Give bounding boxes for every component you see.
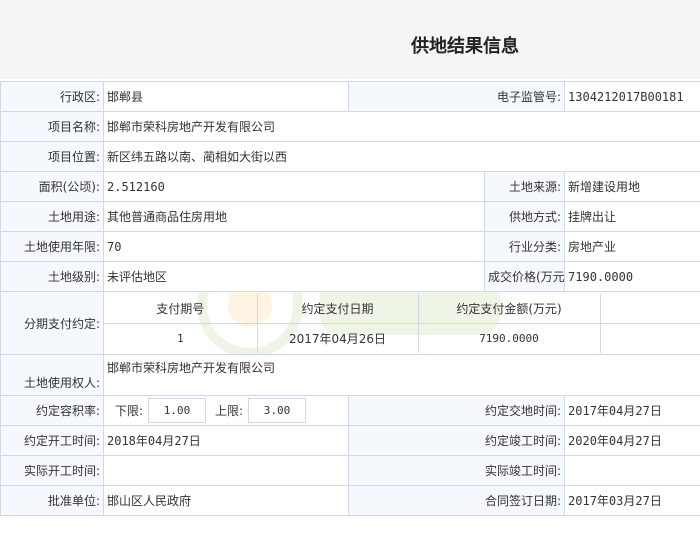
installment-period: 1 xyxy=(104,322,258,353)
table-row: 分期支付约定: 支付期号 约定支付日期 约定支付金额(万元) 1 2017年04… xyxy=(0,291,700,355)
table-row: 项目名称: 邯郸市荣科房地产开发有限公司 xyxy=(0,111,700,142)
area-label: 面积(公顷): xyxy=(0,171,104,202)
far-upper-value: 3.00 xyxy=(248,398,306,423)
table-row: 约定容积率: 下限: 1.00 上限: 3.00 约定交地时间: 2017年04… xyxy=(0,395,700,426)
installment-header: 约定支付日期 xyxy=(256,293,419,324)
land-source-label: 土地来源: xyxy=(483,171,566,202)
table-row: 实际开工时间: 实际竣工时间: xyxy=(0,455,700,486)
page-title: 供地结果信息 xyxy=(411,36,519,57)
title-bar: 供地结果信息 xyxy=(0,0,700,79)
supply-result-table: 行政区: 邯郸县 电子监管号: 1304212017B00181 项目名称: 邯… xyxy=(0,81,700,516)
table-row: 土地用途: 其他普通商品住房用地 供地方式: 挂牌出让 xyxy=(0,201,700,232)
actual-finish-value xyxy=(564,455,700,486)
approval-label: 批准单位: xyxy=(0,485,104,516)
installment-table: 支付期号 约定支付日期 约定支付金额(万元) 1 2017年04月26日 719… xyxy=(104,293,700,353)
industry-value: 房地产业 xyxy=(564,231,700,262)
land-source-value: 新增建设用地 xyxy=(564,171,700,202)
project-name-label: 项目名称: xyxy=(0,111,104,142)
land-grade-label: 土地级别: xyxy=(0,261,104,292)
installment-label: 分期支付约定: xyxy=(0,291,104,355)
table-row: 面积(公顷): 2.512160 土地来源: 新增建设用地 xyxy=(0,171,700,202)
area-value: 2.512160 xyxy=(103,171,485,202)
supply-method-label: 供地方式: xyxy=(483,201,566,232)
supply-method-value: 挂牌出让 xyxy=(564,201,700,232)
land-user-value: 邯郸市荣科房地产开发有限公司 xyxy=(102,354,700,396)
land-grade-value: 未评估地区 xyxy=(103,261,485,292)
table-row: 行政区: 邯郸县 电子监管号: 1304212017B00181 xyxy=(0,81,700,112)
use-years-value: 70 xyxy=(103,231,485,262)
installment-header-row: 支付期号 约定支付日期 约定支付金额(万元) xyxy=(104,293,700,324)
installment-cell: 支付期号 约定支付日期 约定支付金额(万元) 1 2017年04月26日 719… xyxy=(102,291,700,355)
handover-value: 2017年04月27日 xyxy=(564,395,700,426)
far-lower-value: 1.00 xyxy=(148,398,206,423)
far-upper-label: 上限: xyxy=(214,404,244,418)
table-row: 约定开工时间: 2018年04月27日 约定竣工时间: 2020年04月27日 xyxy=(0,425,700,456)
industry-label: 行业分类: xyxy=(483,231,566,262)
installment-header: 支付期号 xyxy=(104,293,258,324)
use-years-label: 土地使用年限: xyxy=(0,231,104,262)
installment-amount: 7190.0000 xyxy=(417,322,601,353)
supervision-no-label: 电子监管号: xyxy=(347,81,566,112)
actual-start-label: 实际开工时间: xyxy=(0,455,104,486)
contract-date-value: 2017年03月27日 xyxy=(564,485,700,516)
supervision-no-value: 1304212017B00181 xyxy=(564,81,700,112)
district-value: 邯郸县 xyxy=(103,81,349,112)
start-value: 2018年04月27日 xyxy=(103,425,349,456)
price-value: 7190.0000 xyxy=(564,261,700,292)
table-row: 批准单位: 邯山区人民政府 合同签订日期: 2017年03月27日 xyxy=(0,485,700,516)
actual-finish-label: 实际竣工时间: xyxy=(347,455,566,486)
installment-header: 约定支付金额(万元) xyxy=(417,293,601,324)
project-location-label: 项目位置: xyxy=(0,141,104,172)
land-use-value: 其他普通商品住房用地 xyxy=(103,201,485,232)
table-row: 土地级别: 未评估地区 成交价格(万元): 7190.0000 xyxy=(0,261,700,292)
finish-value: 2020年04月27日 xyxy=(564,425,700,456)
installment-date: 2017年04月26日 xyxy=(256,322,419,353)
land-use-label: 土地用途: xyxy=(0,201,104,232)
finish-label: 约定竣工时间: xyxy=(347,425,566,456)
table-row: 土地使用年限: 70 行业分类: 房地产业 xyxy=(0,231,700,262)
actual-start-value xyxy=(103,455,349,486)
land-user-label: 土地使用权人: xyxy=(0,354,104,396)
contract-date-label: 合同签订日期: xyxy=(347,485,566,516)
handover-label: 约定交地时间: xyxy=(347,395,566,426)
start-label: 约定开工时间: xyxy=(0,425,104,456)
approval-value: 邯山区人民政府 xyxy=(103,485,349,516)
far-lower-label: 下限: xyxy=(114,404,144,418)
far-cell: 下限: 1.00 上限: 3.00 xyxy=(103,395,349,426)
installment-row: 1 2017年04月26日 7190.0000 xyxy=(104,322,700,353)
table-row: 土地使用权人: 邯郸市荣科房地产开发有限公司 xyxy=(0,354,700,396)
project-name-value: 邯郸市荣科房地产开发有限公司 xyxy=(102,111,700,142)
price-label: 成交价格(万元): xyxy=(483,261,566,292)
district-label: 行政区: xyxy=(0,81,104,112)
far-label: 约定容积率: xyxy=(0,395,104,426)
table-row: 项目位置: 新区纬五路以南、蔺相如大街以西 xyxy=(0,141,700,172)
project-location-value: 新区纬五路以南、蔺相如大街以西 xyxy=(102,141,700,172)
